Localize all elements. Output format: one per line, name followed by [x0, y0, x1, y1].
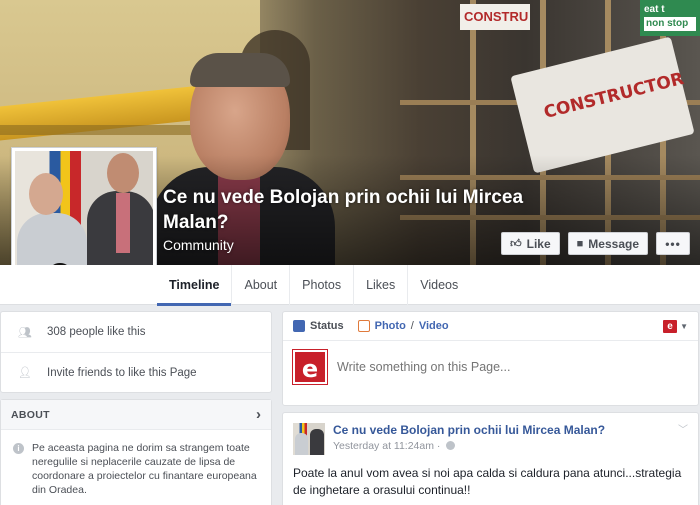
pencil-icon [293, 320, 305, 332]
tab-videos[interactable]: Videos [408, 265, 470, 305]
about-text: Pe aceasta pagina ne dorim sa strangem t… [32, 442, 257, 496]
tab-timeline[interactable]: Timeline [157, 265, 233, 306]
tab-about[interactable]: About [232, 265, 291, 305]
chevron-down-icon[interactable]: ﹀ [678, 421, 688, 436]
post-avatar[interactable] [293, 423, 325, 455]
tab-photos[interactable]: Photos [290, 265, 355, 305]
cover-banner: CONSTRUCTOR [510, 36, 695, 174]
eat-sign-small: non stop [644, 17, 696, 31]
page-avatar[interactable]: e [292, 349, 328, 385]
about-header[interactable]: ABOUT › [1, 400, 271, 430]
post-time-text: Yesterday at 11:24am [333, 440, 434, 452]
cover-awning-shadow [0, 125, 210, 135]
composer-photo-video-tab[interactable]: Photo / Video [357, 320, 449, 332]
post-text: Poate la anul vom avea si noi apa calda … [293, 466, 682, 497]
tab-likes[interactable]: Likes [354, 265, 409, 305]
cover-person-hair [190, 53, 290, 87]
page-navbar: Timeline About Photos Likes Videos [0, 265, 700, 306]
people-icon: 👥︎ [18, 326, 32, 339]
invite-friends-link[interactable]: Invite friends to like this Page [47, 367, 197, 379]
chevron-right-icon[interactable]: › [256, 406, 261, 423]
post-timestamp[interactable]: Yesterday at 11:24am · [333, 440, 605, 452]
page-logo-icon: e [663, 320, 678, 333]
about-heading: ABOUT [11, 408, 50, 421]
post-meta: Ce nu vede Bolojan prin ochii lui Mircea… [333, 423, 605, 455]
timeline-post: Ce nu vede Bolojan prin ochii lui Mircea… [282, 412, 699, 505]
message-button-label: Message [588, 236, 639, 251]
message-button[interactable]: ■ Message [567, 232, 648, 255]
about-card: ABOUT › i Pe aceasta pagina ne dorim sa … [0, 399, 272, 505]
add-person-icon: 👤︎ [18, 367, 32, 379]
more-options-button[interactable]: ••• [656, 232, 690, 255]
composer-status-tab[interactable]: Status [293, 320, 344, 332]
info-icon: i [13, 443, 24, 454]
likes-count-row[interactable]: 👥︎ 308 people like this [1, 312, 271, 352]
about-description: i Pe aceasta pagina ne dorim sa strangem… [1, 430, 271, 497]
composer-input[interactable] [337, 360, 667, 374]
page-title[interactable]: Ce nu vede Bolojan prin ochii lui Mircea… [163, 185, 523, 235]
status-label: Status [310, 320, 344, 332]
cover-actions: 👍︎ Like ■ Message ••• [501, 232, 690, 255]
like-button-label: Like [526, 236, 551, 251]
video-label: Video [418, 320, 449, 332]
likes-card: 👥︎ 308 people like this 👤︎ Invite friend… [0, 311, 272, 393]
thumbs-up-icon: 👍︎ [510, 238, 522, 250]
post-header: Ce nu vede Bolojan prin ochii lui Mircea… [283, 413, 698, 455]
page-category[interactable]: Community [163, 237, 234, 253]
page-tabs: Timeline About Photos Likes Videos [157, 265, 470, 306]
cover-sign-constru: CONSTRU [460, 4, 530, 30]
photo-label: Photo [374, 320, 406, 332]
cover-eat-sign: eat t non stop [640, 0, 700, 36]
message-icon: ■ [576, 237, 584, 250]
post-as-selector[interactable]: e ▼ [663, 320, 688, 333]
composer-body: e [283, 341, 698, 393]
caret-down-icon: ▼ [680, 322, 688, 331]
photo-video-separator: / [410, 320, 414, 332]
post-author-link[interactable]: Ce nu vede Bolojan prin ochii lui Mircea… [333, 423, 605, 437]
composer-tabs: Status Photo / Video e ▼ [283, 312, 698, 341]
cover-banner-text: CONSTRUCTOR [541, 68, 686, 124]
globe-icon [446, 441, 456, 450]
photo-icon [357, 320, 370, 332]
like-button[interactable]: 👍︎ Like [501, 232, 560, 255]
likes-count: 308 people like this [47, 326, 146, 338]
post-composer: Status Photo / Video e ▼ e [282, 311, 699, 406]
invite-friends-row[interactable]: 👤︎ Invite friends to like this Page [1, 352, 271, 392]
eat-sign-text: eat t [644, 4, 665, 15]
